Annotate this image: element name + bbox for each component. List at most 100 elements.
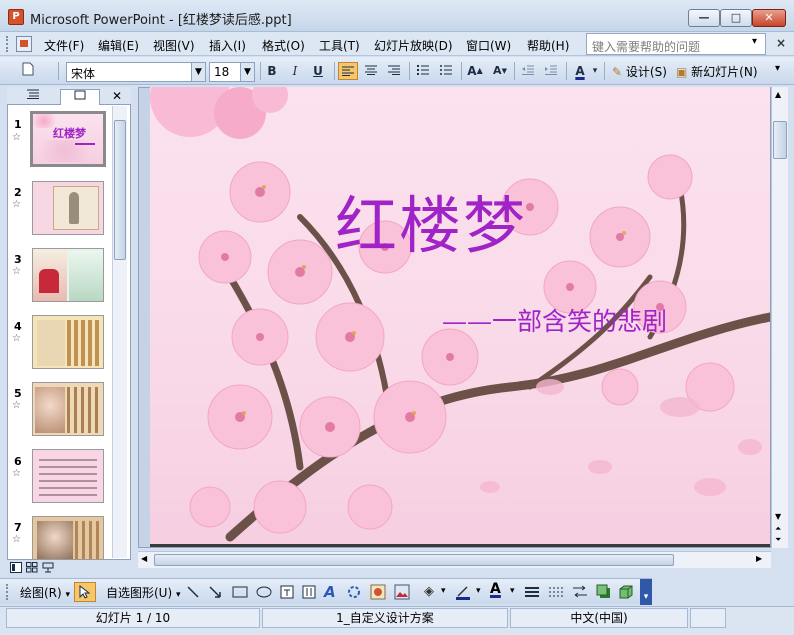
- line-color-icon[interactable]: [455, 584, 471, 603]
- insert-picture-icon[interactable]: [394, 584, 410, 603]
- slides-pane-scroll-thumb[interactable]: [114, 120, 126, 260]
- pane-close-icon[interactable]: ✕: [112, 89, 122, 103]
- slide-thumbnail-1[interactable]: 红楼梦: [30, 111, 106, 167]
- 3d-style-icon[interactable]: [618, 584, 634, 603]
- menu-window[interactable]: 窗口(W): [466, 37, 511, 54]
- minimize-button[interactable]: —: [688, 9, 720, 27]
- menu-format[interactable]: 格式(O): [262, 37, 305, 54]
- toolbar-options-icon[interactable]: ▾: [775, 63, 780, 74]
- diagram-icon[interactable]: [346, 584, 362, 603]
- vertical-scroll-thumb[interactable]: [773, 121, 787, 159]
- slide-subtitle[interactable]: ——一部含笑的悲剧: [442, 302, 667, 338]
- slide-title[interactable]: 红楼梦: [335, 175, 527, 265]
- tab-slides[interactable]: [60, 89, 100, 105]
- design-button[interactable]: ✎ 设计(S): [612, 63, 667, 80]
- menu-slideshow[interactable]: 幻灯片放映(D): [374, 37, 453, 54]
- textbox-tool-icon[interactable]: [280, 585, 294, 602]
- italic-button[interactable]: I: [285, 62, 305, 80]
- vertical-textbox-icon[interactable]: [302, 585, 316, 602]
- slide-thumbnail-4[interactable]: [32, 315, 104, 369]
- powerpoint-app-icon[interactable]: P: [8, 9, 24, 25]
- slide-thumbnail-2[interactable]: [32, 181, 104, 235]
- document-icon[interactable]: [16, 36, 32, 52]
- bold-button[interactable]: B: [262, 62, 282, 80]
- align-left-button[interactable]: [338, 62, 358, 80]
- decrease-indent-icon[interactable]: [518, 62, 538, 80]
- slide-thumbnail-3[interactable]: [32, 248, 104, 302]
- menu-edit[interactable]: 编辑(E): [98, 37, 139, 54]
- slide-sorter-view-icon[interactable]: [26, 562, 38, 576]
- line-color-dropdown-icon[interactable]: ▾: [476, 586, 481, 596]
- draw-font-color-icon[interactable]: A: [490, 581, 501, 597]
- draw-font-color-dropdown-icon[interactable]: ▾: [510, 586, 515, 596]
- normal-view-icon[interactable]: [10, 562, 22, 576]
- scroll-left-icon[interactable]: ◀: [141, 554, 147, 563]
- increase-indent-icon[interactable]: [541, 62, 561, 80]
- draw-menu-dropdown-icon: ▾: [65, 590, 71, 600]
- clip-art-icon[interactable]: [370, 584, 386, 603]
- underline-button[interactable]: U: [308, 62, 328, 80]
- menu-grip-handle[interactable]: [6, 36, 10, 52]
- drawing-toolbar-grip[interactable]: [6, 584, 10, 600]
- new-document-icon[interactable]: [18, 62, 38, 80]
- font-name-select[interactable]: 宋体 ▼: [66, 62, 206, 82]
- tab-outline[interactable]: [18, 89, 48, 105]
- drawing-toolbar-options-icon[interactable]: ▾: [640, 579, 652, 605]
- font-color-button[interactable]: A: [570, 62, 590, 80]
- next-slide-icon[interactable]: ⏷: [775, 535, 781, 545]
- font-color-dropdown-icon[interactable]: ▾: [590, 62, 600, 80]
- autoshapes-menu-button[interactable]: 自选图形(U) ▾: [106, 584, 181, 601]
- scroll-up-icon[interactable]: ▲: [775, 90, 781, 99]
- rectangle-tool-icon[interactable]: [232, 586, 248, 601]
- new-slide-button[interactable]: ▣ 新幻灯片(N): [676, 63, 758, 80]
- scroll-down-icon[interactable]: ▼: [775, 512, 781, 521]
- arrow-tool-icon[interactable]: [208, 585, 222, 602]
- arrow-style-icon[interactable]: [572, 585, 588, 602]
- slide-vertical-scrollbar[interactable]: ▲ ▼ ⏶ ⏷: [771, 87, 788, 548]
- fill-color-dropdown-icon[interactable]: ▾: [441, 586, 446, 596]
- bullets-icon[interactable]: [436, 62, 456, 80]
- oval-tool-icon[interactable]: [256, 586, 272, 601]
- fill-color-icon[interactable]: ◈: [424, 584, 434, 599]
- menu-tools[interactable]: 工具(T): [319, 37, 360, 54]
- scroll-right-icon[interactable]: ▶: [756, 554, 762, 563]
- slide-1[interactable]: 红楼梦 ——一部含笑的悲剧: [150, 87, 770, 547]
- draw-menu-button[interactable]: 绘图(R) ▾: [20, 584, 70, 601]
- close-button[interactable]: ✕: [752, 9, 786, 27]
- increase-font-size-icon[interactable]: A▲: [465, 62, 485, 80]
- slide-thumbnail-5[interactable]: [32, 382, 104, 436]
- horizontal-scroll-thumb[interactable]: [154, 554, 674, 566]
- line-style-icon[interactable]: [524, 586, 540, 601]
- numbering-icon[interactable]: [413, 62, 433, 80]
- menu-file[interactable]: 文件(F): [44, 37, 84, 54]
- slide-number: 5: [14, 387, 22, 400]
- slide-thumbnail-6[interactable]: [32, 449, 104, 503]
- document-close-icon[interactable]: ×: [776, 36, 786, 50]
- help-dropdown-icon[interactable]: ▾: [752, 36, 757, 47]
- toolbar-separator: [58, 62, 59, 80]
- align-right-button[interactable]: [384, 62, 404, 80]
- font-size-select[interactable]: 18 ▼: [209, 62, 255, 82]
- line-tool-icon[interactable]: [186, 585, 200, 602]
- decrease-font-size-icon[interactable]: A▼: [490, 62, 510, 80]
- dash-style-icon[interactable]: [548, 586, 564, 601]
- help-search-input[interactable]: 键入需要帮助的问题: [586, 33, 766, 55]
- slideshow-view-icon[interactable]: [42, 562, 54, 576]
- status-design-name[interactable]: 1_自定义设计方案: [262, 608, 508, 628]
- slide-thumbnail-7[interactable]: [32, 516, 104, 560]
- wordart-icon[interactable]: A: [324, 583, 336, 601]
- maximize-button[interactable]: □: [720, 9, 752, 27]
- transition-star-icon: ☆: [12, 266, 21, 277]
- align-center-button[interactable]: [361, 62, 381, 80]
- font-name-dropdown-icon[interactable]: ▼: [191, 63, 205, 81]
- font-size-dropdown-icon[interactable]: ▼: [240, 63, 254, 81]
- select-objects-button[interactable]: [74, 582, 96, 602]
- previous-slide-icon[interactable]: ⏶: [775, 524, 781, 534]
- menu-insert[interactable]: 插入(I): [209, 37, 246, 54]
- shadow-style-icon[interactable]: [596, 584, 612, 603]
- slides-pane-scrollbar[interactable]: [112, 106, 127, 558]
- menu-view[interactable]: 视图(V): [153, 37, 195, 54]
- slide-number: 7: [14, 521, 22, 534]
- menu-help[interactable]: 帮助(H): [527, 37, 569, 54]
- slide-horizontal-scrollbar[interactable]: ◀ ▶: [138, 551, 771, 568]
